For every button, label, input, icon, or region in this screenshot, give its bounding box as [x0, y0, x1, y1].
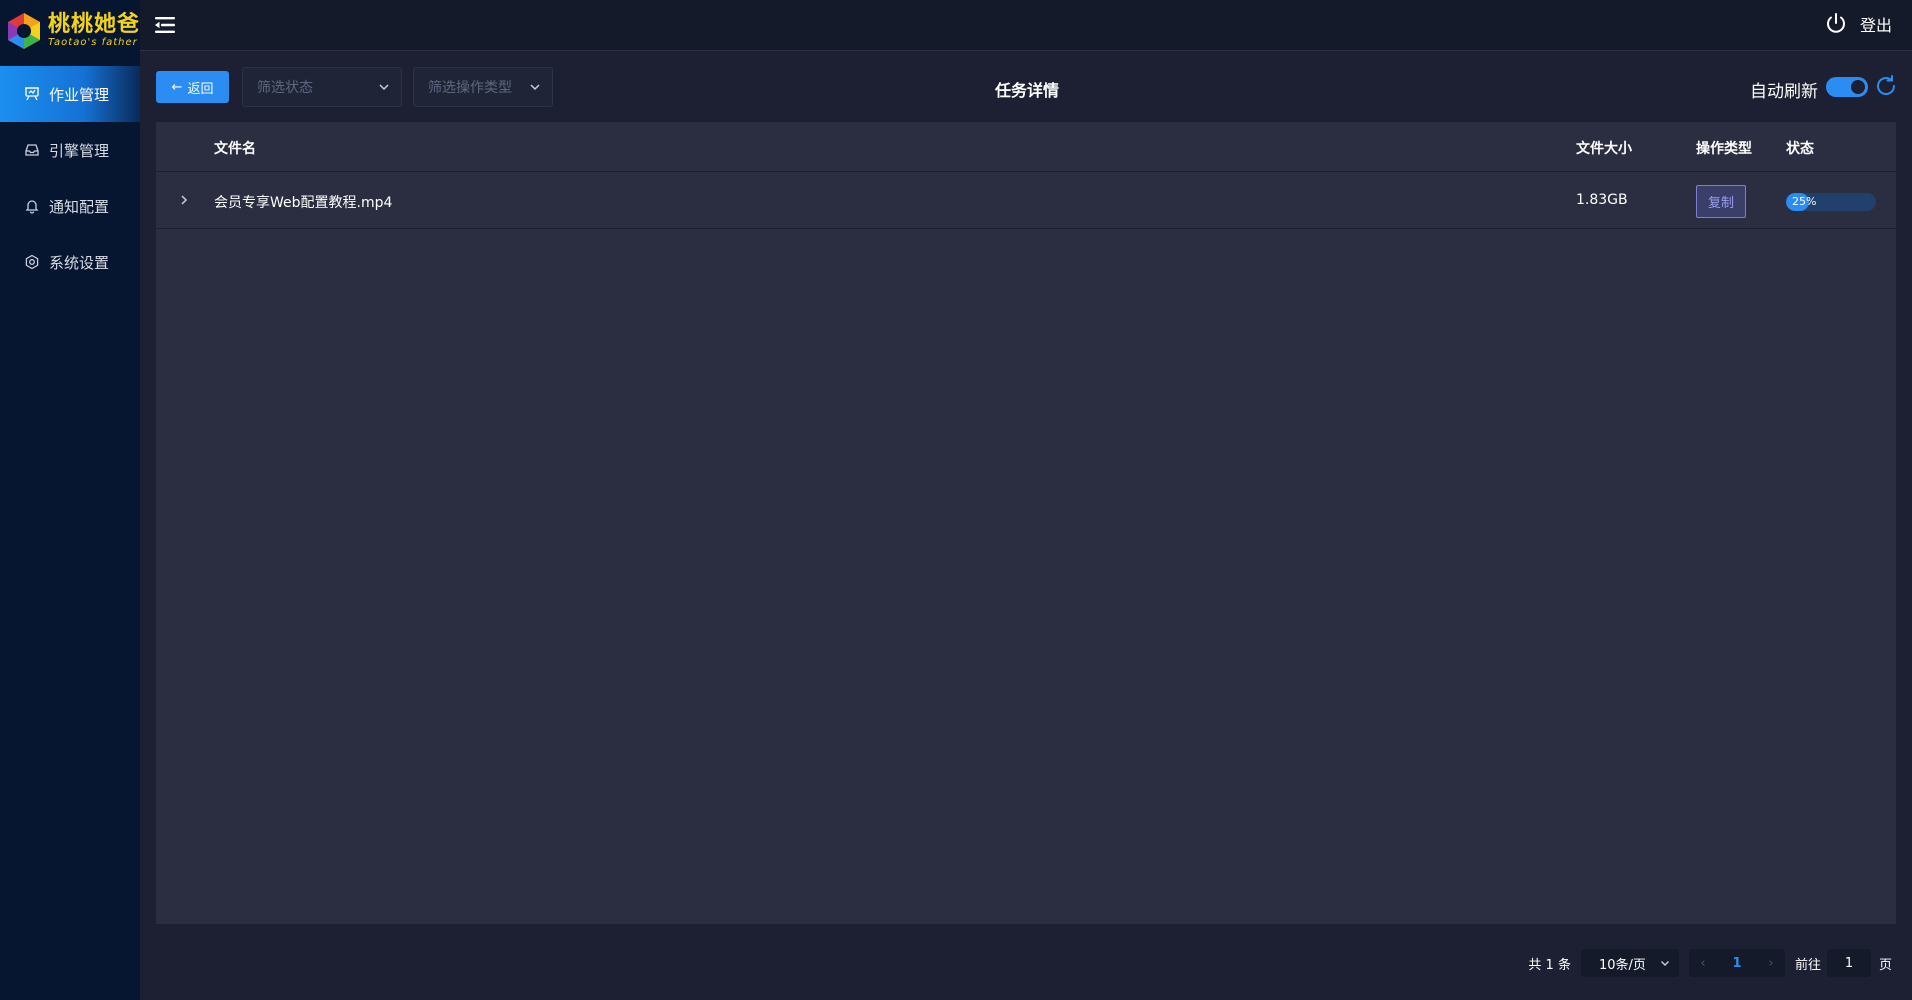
table-header: 文件名 文件大小 操作类型 状态: [156, 122, 1896, 172]
chevron-down-icon: [379, 84, 389, 91]
status-filter-placeholder: 筛选状态: [257, 80, 313, 96]
pager: ‹ 1 ›: [1688, 949, 1785, 977]
back-button[interactable]: ← 返回: [156, 71, 229, 103]
column-header-status: 状态: [1786, 141, 1814, 157]
op-type-filter-placeholder: 筛选操作类型: [428, 80, 512, 96]
column-header-op-type: 操作类型: [1696, 141, 1752, 157]
sidebar-item-label: 系统设置: [49, 253, 110, 272]
sidebar-item-label: 通知配置: [49, 197, 110, 216]
prev-page-button[interactable]: ‹: [1689, 949, 1717, 977]
task-table: 文件名 文件大小 操作类型 状态 会员专享Web配置教程.mp4 1.83GB …: [156, 122, 1896, 924]
toggle-knob: [1851, 80, 1865, 94]
goto-page-input[interactable]: [1826, 949, 1871, 977]
sidebar-item-settings[interactable]: 系统设置: [0, 234, 140, 290]
goto-label: 前往: [1794, 957, 1821, 973]
sidebar-item-label: 引擎管理: [49, 141, 110, 160]
logout-label: 登出: [1859, 16, 1892, 35]
sidebar-item-label: 作业管理: [49, 85, 110, 104]
next-page-button[interactable]: ›: [1757, 949, 1785, 977]
top-header: 登出: [140, 0, 1912, 51]
logo-title: 桃桃她爸: [48, 12, 141, 37]
sidebar-item-notifications[interactable]: 通知配置: [0, 178, 140, 234]
sidebar: 桃桃她爸 Taotao's father 作业管理 引擎管理 通知配置 系统设置: [0, 0, 140, 1000]
chevron-down-icon: [1660, 961, 1669, 966]
logo-text: 桃桃她爸 Taotao's father: [48, 14, 140, 48]
power-icon: [1826, 13, 1845, 33]
app-root: 桃桃她爸 Taotao's father 作业管理 引擎管理 通知配置 系统设置…: [0, 0, 1912, 1000]
menu-fold-icon[interactable]: [154, 14, 176, 36]
total-count: 共 1 条: [1528, 957, 1571, 973]
page-suffix: 页: [1878, 957, 1892, 973]
inbox-icon: [24, 142, 40, 158]
progress-bar: 25%: [1786, 193, 1876, 211]
presentation-icon: [24, 86, 40, 102]
status-filter-select[interactable]: 筛选状态: [242, 67, 402, 107]
pagination: 共 1 条 10条/页 ‹ 1 › 前往 页: [1528, 948, 1892, 978]
op-type-badge: 复制: [1696, 185, 1746, 218]
table-row[interactable]: 会员专享Web配置教程.mp4 1.83GB 复制 25%: [156, 172, 1896, 229]
sidebar-item-jobs[interactable]: 作业管理: [0, 66, 140, 122]
page-size-value: 10条/页: [1598, 957, 1646, 973]
sidebar-nav: 作业管理 引擎管理 通知配置 系统设置: [0, 66, 140, 290]
logo-icon: [8, 13, 40, 49]
logo-subtitle: Taotao's father: [48, 37, 138, 48]
column-header-name: 文件名: [214, 141, 256, 157]
back-button-label: 返回: [187, 81, 214, 97]
chevron-right-icon[interactable]: [176, 192, 192, 208]
file-name-cell: 会员专享Web配置教程.mp4: [214, 195, 393, 211]
sidebar-item-engines[interactable]: 引擎管理: [0, 122, 140, 178]
refresh-icon[interactable]: [1874, 74, 1898, 98]
toolbar: ← 返回 筛选状态 筛选操作类型 任务详情 自动刷新: [156, 67, 1898, 107]
page-size-select[interactable]: 10条/页: [1580, 949, 1679, 977]
page-number-current[interactable]: 1: [1717, 956, 1757, 971]
logout-button[interactable]: 登出: [1824, 12, 1892, 36]
auto-refresh-toggle[interactable]: [1826, 77, 1868, 97]
chevron-down-icon: [530, 84, 540, 91]
auto-refresh-label: 自动刷新: [1750, 82, 1818, 102]
logo[interactable]: 桃桃她爸 Taotao's father: [0, 0, 140, 62]
file-size-cell: 1.83GB: [1576, 192, 1628, 208]
arrow-left-icon: ←: [171, 79, 183, 95]
column-header-size: 文件大小: [1576, 141, 1632, 157]
progress-text: 25%: [1792, 195, 1817, 208]
bell-icon: [24, 198, 40, 214]
gear-icon: [24, 254, 40, 270]
op-type-filter-select[interactable]: 筛选操作类型: [413, 67, 553, 107]
